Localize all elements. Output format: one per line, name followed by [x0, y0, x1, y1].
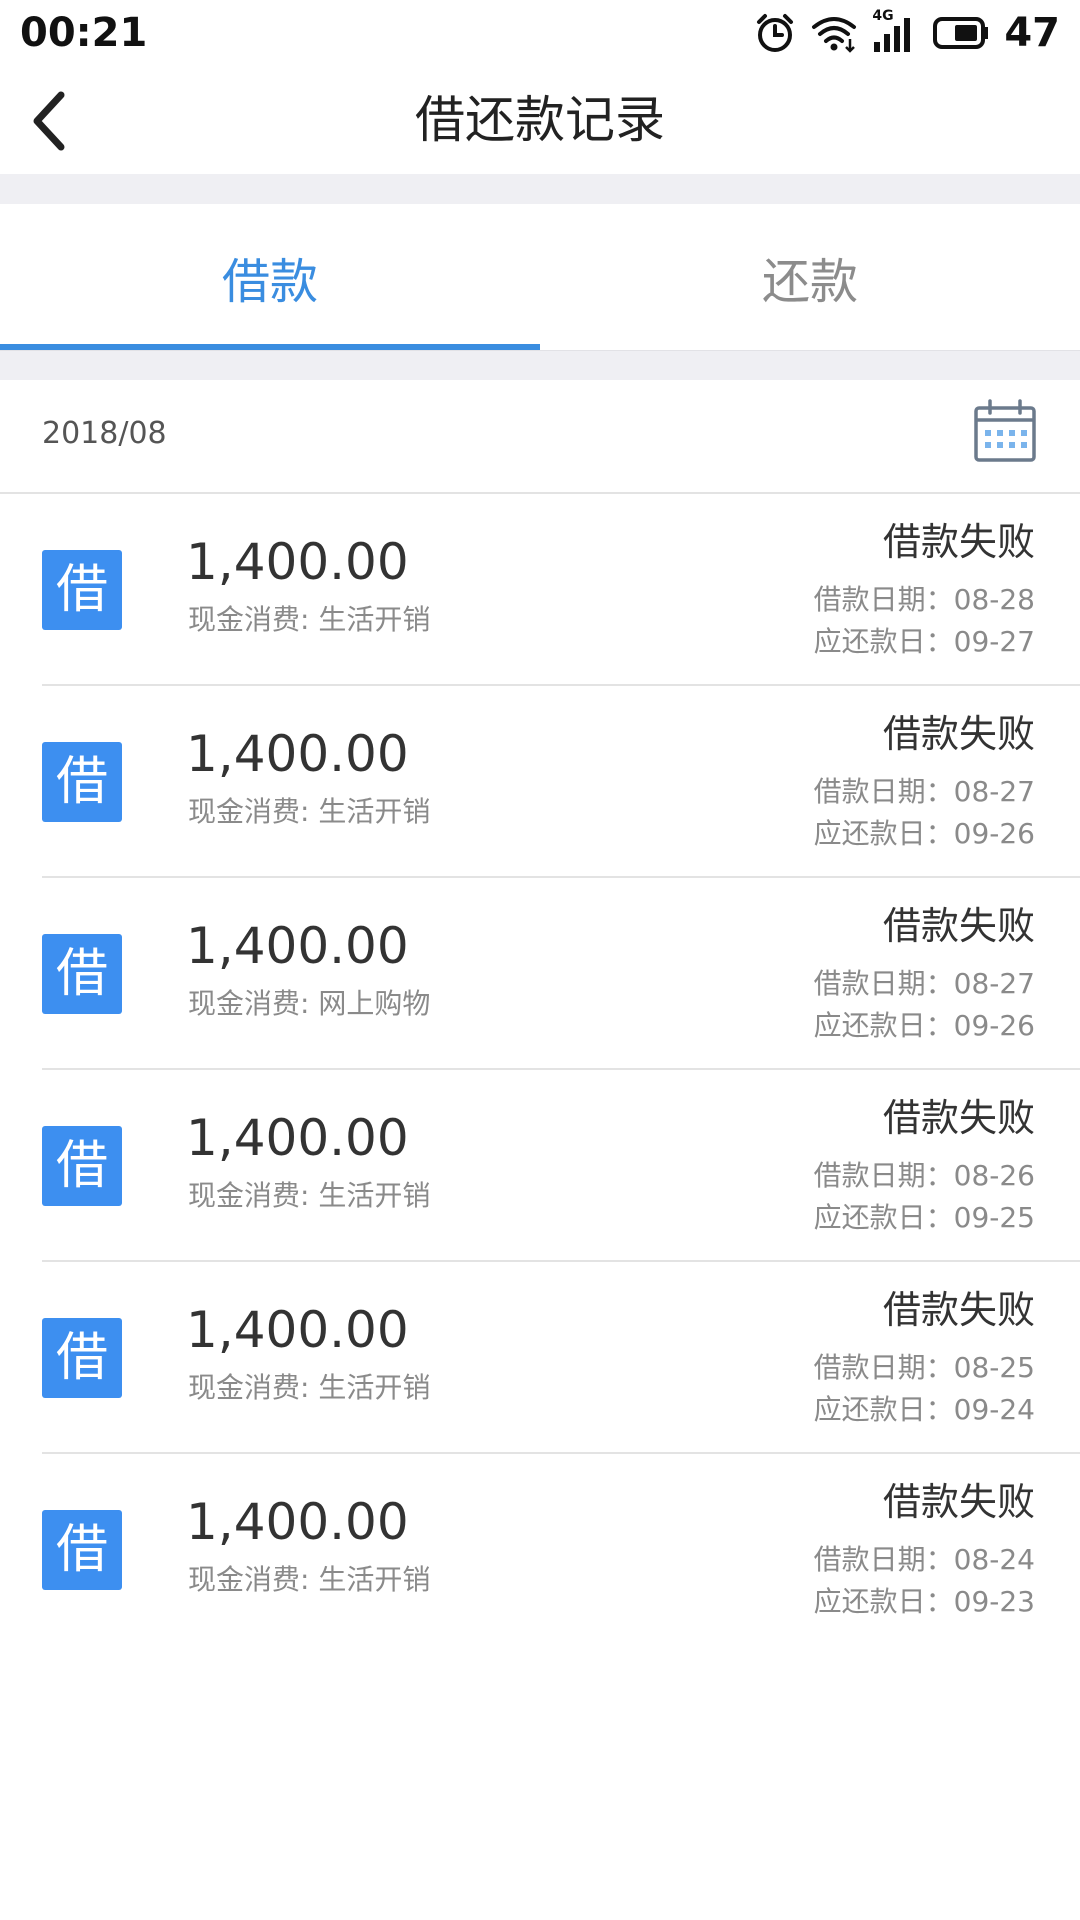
section-divider: [0, 174, 1080, 204]
record-status: 借款失败: [882, 1288, 1035, 1332]
record-amount: 1,400.00: [186, 725, 409, 783]
record-amount: 1,400.00: [186, 1109, 409, 1167]
tab-repay-label: 还款: [761, 254, 858, 310]
loan-date: 借款日期：08-24: [813, 1543, 1035, 1576]
record-amount: 1,400.00: [186, 1301, 409, 1359]
loan-date: 借款日期：08-27: [813, 967, 1035, 1000]
wifi-icon: [810, 13, 858, 53]
loan-badge: 借: [42, 742, 122, 822]
tab-borrow[interactable]: 借款: [0, 204, 540, 350]
loan-date: 借款日期：08-25: [813, 1351, 1035, 1384]
battery-level: 47: [1004, 10, 1060, 56]
record-description: 现金消费: 网上购物: [188, 987, 431, 1020]
record-amount: 1,400.00: [186, 533, 409, 591]
calendar-button[interactable]: [970, 396, 1040, 466]
record-description: 现金消费: 生活开销: [188, 795, 431, 828]
record-item[interactable]: 借 1,400.00 现金消费: 网上购物 借款失败 借款日期：08-27 应还…: [0, 878, 1080, 1070]
loan-date: 借款日期：08-28: [813, 583, 1035, 616]
record-item[interactable]: 借 1,400.00 现金消费: 生活开销 借款失败 借款日期：08-25 应还…: [0, 1262, 1080, 1454]
record-item[interactable]: 借 1,400.00 现金消费: 生活开销 借款失败 借款日期：08-27 应还…: [0, 686, 1080, 878]
record-status: 借款失败: [882, 520, 1035, 564]
record-item[interactable]: 借 1,400.00 现金消费: 生活开销 借款失败 借款日期：08-24 应还…: [0, 1454, 1080, 1646]
loan-badge: 借: [42, 550, 122, 630]
alarm-icon: [754, 12, 796, 54]
loan-date: 借款日期：08-27: [813, 775, 1035, 808]
record-description: 现金消费: 生活开销: [188, 1371, 431, 1404]
loan-badge: 借: [42, 1510, 122, 1590]
due-date: 应还款日：09-23: [813, 1585, 1035, 1618]
month-label: 2018/08: [42, 416, 167, 451]
record-item[interactable]: 借 1,400.00 现金消费: 生活开销 借款失败 借款日期：08-28 应还…: [0, 494, 1080, 686]
due-date: 应还款日：09-27: [813, 625, 1035, 658]
loan-badge: 借: [42, 1318, 122, 1398]
tab-bar: 借款 还款: [0, 204, 1080, 350]
loan-badge: 借: [42, 1126, 122, 1206]
record-amount: 1,400.00: [186, 1493, 409, 1551]
record-item[interactable]: 借 1,400.00 现金消费: 生活开销 借款失败 借款日期：08-26 应还…: [0, 1070, 1080, 1262]
signal-icon: 4G: [872, 8, 918, 54]
record-description: 现金消费: 生活开销: [188, 603, 431, 636]
record-list: 借 1,400.00 现金消费: 生活开销 借款失败 借款日期：08-28 应还…: [0, 494, 1080, 1646]
screen: 00:21 4G 47 借还款记录 借款 还款 2018/08 借 1,400.…: [0, 0, 1080, 1920]
record-description: 现金消费: 生活开销: [188, 1563, 431, 1596]
record-description: 现金消费: 生活开销: [188, 1179, 431, 1212]
status-icons: 4G 47: [754, 8, 1060, 58]
month-header: 2018/08: [0, 380, 1080, 494]
calendar-icon: [974, 399, 1036, 462]
due-date: 应还款日：09-25: [813, 1201, 1035, 1234]
status-time: 00:21: [20, 10, 148, 56]
record-status: 借款失败: [882, 1096, 1035, 1140]
record-status: 借款失败: [882, 904, 1035, 948]
record-amount: 1,400.00: [186, 917, 409, 975]
battery-icon: [932, 16, 990, 50]
nav-bar: 借还款记录: [0, 66, 1080, 174]
record-status: 借款失败: [882, 1480, 1035, 1524]
section-divider: [0, 350, 1080, 380]
record-status: 借款失败: [882, 712, 1035, 756]
due-date: 应还款日：09-26: [813, 817, 1035, 850]
due-date: 应还款日：09-24: [813, 1393, 1035, 1426]
loan-date: 借款日期：08-26: [813, 1159, 1035, 1192]
due-date: 应还款日：09-26: [813, 1009, 1035, 1042]
status-bar: 00:21 4G 47: [0, 0, 1080, 66]
loan-badge: 借: [42, 934, 122, 1014]
tab-borrow-label: 借款: [221, 254, 318, 310]
page-title: 借还款记录: [415, 91, 665, 149]
tab-repay[interactable]: 还款: [540, 204, 1080, 350]
